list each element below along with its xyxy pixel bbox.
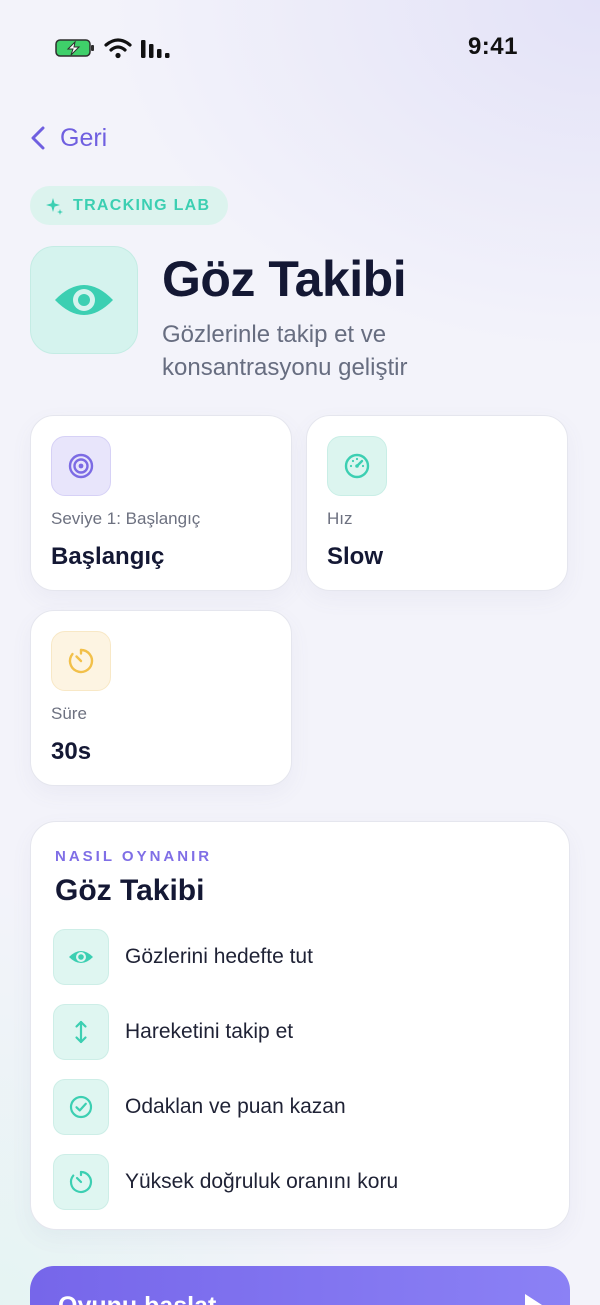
hero-eye-tile xyxy=(30,246,138,354)
start-game-label: Oyunu başlat xyxy=(58,1292,216,1305)
level-card: Seviye 1: Başlangıç Başlangıç xyxy=(30,415,292,591)
back-button[interactable]: Geri xyxy=(30,120,107,156)
speed-label: Hız xyxy=(327,509,353,528)
step-item: Hareketini takip et xyxy=(53,1004,553,1060)
vertical-arrows-icon xyxy=(75,1020,87,1044)
step-item: Odaklan ve puan kazan xyxy=(53,1079,553,1135)
chevron-left-icon xyxy=(31,126,45,150)
step-icon-tile xyxy=(53,1079,109,1135)
step-item: Yüksek doğruluk oranını koru xyxy=(53,1154,553,1210)
badge-label: TRACKING LAB xyxy=(73,196,211,214)
play-icon xyxy=(525,1294,542,1305)
step-item: Gözlerini hedefte tut xyxy=(53,929,553,985)
page-title: Göz Takibi xyxy=(162,251,407,307)
level-value: Başlangıç xyxy=(51,543,165,570)
step-text: Hareketini takip et xyxy=(125,1020,294,1043)
duration-card: Süre 30s xyxy=(30,610,292,786)
level-icon-tile xyxy=(51,436,111,496)
step-text: Yüksek doğruluk oranını koru xyxy=(125,1170,399,1193)
timer-icon xyxy=(69,1170,93,1194)
eye-icon xyxy=(55,285,113,315)
how-to-play-overline: NASIL OYNANIR xyxy=(55,848,213,865)
speed-icon-tile xyxy=(327,436,387,496)
step-icon-tile xyxy=(53,929,109,985)
duration-label: Süre xyxy=(51,704,87,723)
eye-icon xyxy=(69,951,93,963)
timer-icon xyxy=(68,648,94,674)
step-text: Gözlerini hedefte tut xyxy=(125,945,313,968)
step-icon-tile xyxy=(53,1004,109,1060)
page-subtitle: Gözlerinle takip et ve konsantrasyonu ge… xyxy=(162,321,408,381)
speed-card: Hız Slow xyxy=(306,415,568,591)
step-text: Odaklan ve puan kazan xyxy=(125,1095,346,1118)
target-icon xyxy=(68,453,94,479)
duration-value: 30s xyxy=(51,738,92,765)
check-circle-icon xyxy=(69,1095,93,1119)
sparkle-icon xyxy=(46,197,63,215)
level-label: Seviye 1: Başlangıç xyxy=(51,509,201,528)
speedometer-icon xyxy=(344,453,370,479)
start-game-button[interactable]: Oyunu başlat xyxy=(30,1266,570,1305)
how-to-play-card: NASIL OYNANIR Göz Takibi Gözlerini hedef… xyxy=(30,821,570,1230)
wifi-icon xyxy=(104,38,132,59)
how-to-play-title: Göz Takibi xyxy=(55,874,205,907)
battery-charging-icon xyxy=(55,39,94,57)
speed-value: Slow xyxy=(327,543,384,570)
status-time: 9:41 xyxy=(467,33,518,60)
status-bar: 9:41 xyxy=(0,0,600,96)
back-label: Geri xyxy=(60,123,108,152)
cellular-signal-icon xyxy=(141,40,170,58)
step-icon-tile xyxy=(53,1154,109,1210)
tracking-lab-badge: TRACKING LAB xyxy=(30,186,229,225)
duration-icon-tile xyxy=(51,631,111,691)
